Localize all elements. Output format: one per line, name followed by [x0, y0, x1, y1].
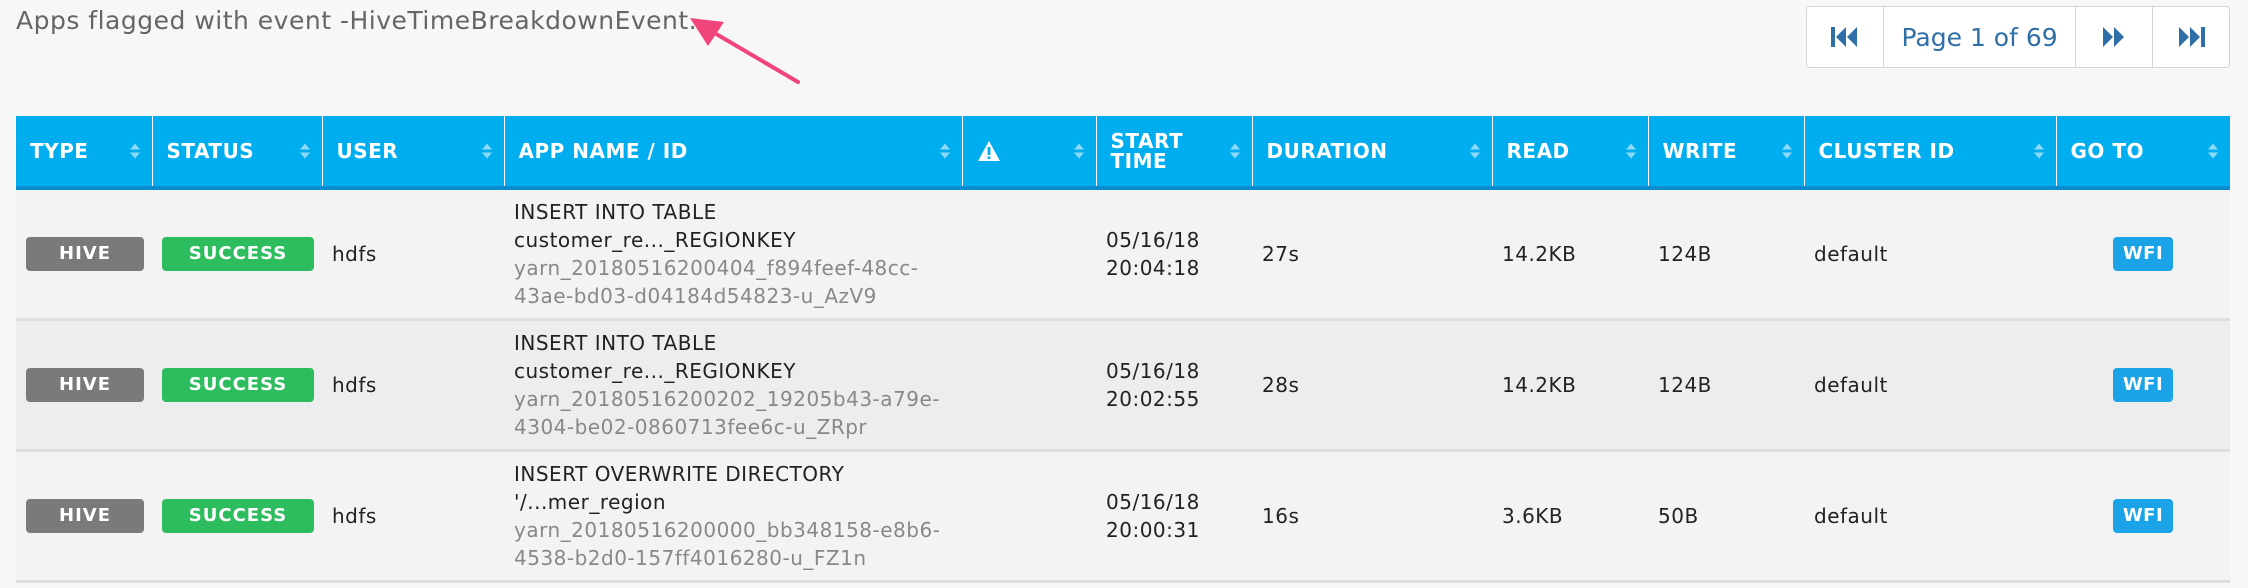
cluster-id-cell: default: [1814, 503, 1888, 528]
wfi-button[interactable]: WFI: [2113, 367, 2173, 402]
read-cell: 14.2KB: [1502, 372, 1577, 397]
start-time-cell: 05/16/18 20:00:31: [1106, 489, 1200, 542]
read-cell: 14.2KB: [1502, 241, 1577, 266]
first-page-icon: [1830, 27, 1857, 47]
app-id: 4538-b2d0-157ff4016280-u_FZ1n: [514, 545, 867, 570]
table-row[interactable]: HIVE SUCCESS hdfs INSERT INTO TABLE cust…: [16, 319, 2230, 450]
next-page-icon: [2103, 27, 2125, 47]
column-header-start-time[interactable]: START TIME: [1096, 116, 1253, 188]
next-page-button[interactable]: [2076, 7, 2154, 67]
column-header-type[interactable]: TYPE: [16, 116, 153, 188]
app-name: '/...mer_region: [514, 489, 667, 514]
sort-icon: [1469, 143, 1480, 159]
app-id: yarn_20180516200000_bb348158-e8b6-: [514, 517, 941, 542]
user-cell: hdfs: [332, 241, 377, 266]
status-badge: SUCCESS: [162, 236, 314, 271]
start-time-cell: 05/16/18 20:02:55: [1106, 358, 1200, 411]
warning-icon: [977, 141, 1000, 162]
cluster-id-cell: default: [1814, 241, 1888, 266]
annotation-arrow: [690, 18, 800, 84]
app-name: INSERT INTO TABLE: [514, 199, 717, 224]
app-id: yarn_20180516200404_f894feef-48cc-: [514, 255, 919, 280]
app-id: 4304-be02-0860713fee6c-u_ZRpr: [514, 414, 868, 439]
app-name: customer_re..._REGIONKEY: [514, 227, 796, 252]
sort-icon: [1229, 143, 1240, 159]
column-header-app-name[interactable]: APP NAME / ID: [504, 116, 963, 188]
column-header-write[interactable]: WRITE: [1648, 116, 1805, 188]
duration-cell: 27s: [1262, 241, 1300, 266]
app-name-cell[interactable]: INSERT OVERWRITE DIRECTORY '/...mer_regi…: [504, 450, 1096, 581]
table-row[interactable]: HIVE SUCCESS hdfs INSERT OVERWRITE DIREC…: [16, 450, 2230, 581]
read-cell: 3.6KB: [1502, 503, 1564, 528]
sort-icon: [2033, 143, 2044, 159]
sort-icon: [2208, 143, 2218, 159]
sort-icon: [129, 143, 140, 159]
user-cell: hdfs: [332, 372, 377, 397]
sort-icon: [1781, 143, 1792, 159]
app-name: INSERT INTO TABLE: [514, 330, 717, 355]
sort-icon: [1073, 143, 1084, 159]
type-badge: HIVE: [26, 236, 144, 271]
wfi-button[interactable]: WFI: [2113, 498, 2173, 533]
page-indicator: Page 1 of 69: [1884, 7, 2077, 67]
duration-cell: 28s: [1262, 372, 1300, 397]
apps-table: TYPE STATUS USER APP NAME / ID START TIM…: [16, 116, 2230, 583]
user-cell: hdfs: [332, 503, 377, 528]
sort-icon: [1625, 143, 1636, 159]
column-header-status[interactable]: STATUS: [152, 116, 323, 188]
table-row[interactable]: HIVE SUCCESS hdfs INSERT INTO TABLE cust…: [16, 188, 2230, 319]
write-cell: 124B: [1658, 241, 1712, 266]
app-name-cell[interactable]: INSERT INTO TABLE customer_re..._REGIONK…: [504, 188, 1096, 319]
type-badge: HIVE: [26, 498, 144, 533]
column-header-cluster-id[interactable]: CLUSTER ID: [1804, 116, 2057, 188]
first-page-button[interactable]: [1807, 7, 1884, 67]
app-name-cell[interactable]: INSERT INTO TABLE customer_re..._REGIONK…: [504, 319, 1096, 450]
sort-icon: [481, 143, 492, 159]
column-header-read[interactable]: READ: [1492, 116, 1649, 188]
write-cell: 50B: [1658, 503, 1699, 528]
app-name: customer_re..._REGIONKEY: [514, 358, 796, 383]
status-badge: SUCCESS: [162, 498, 314, 533]
start-time-cell: 05/16/18 20:04:18: [1106, 227, 1200, 280]
page-title: Apps flagged with event -HiveTimeBreakdo…: [16, 6, 698, 35]
last-page-icon: [2179, 27, 2206, 47]
write-cell: 124B: [1658, 372, 1712, 397]
column-header-duration[interactable]: DURATION: [1252, 116, 1493, 188]
column-header-go-to[interactable]: GO TO: [2056, 116, 2230, 188]
column-header-warning[interactable]: [962, 116, 1097, 188]
column-header-user[interactable]: USER: [322, 116, 505, 188]
pagination: Page 1 of 69: [1806, 6, 2230, 68]
duration-cell: 16s: [1262, 503, 1300, 528]
type-badge: HIVE: [26, 367, 144, 402]
sort-icon: [299, 143, 310, 159]
cluster-id-cell: default: [1814, 372, 1888, 397]
app-id: yarn_20180516200202_19205b43-a79e-: [514, 386, 940, 411]
table-header-row: TYPE STATUS USER APP NAME / ID START TIM…: [16, 116, 2230, 188]
wfi-button[interactable]: WFI: [2113, 236, 2173, 271]
app-name: INSERT OVERWRITE DIRECTORY: [514, 461, 845, 486]
last-page-button[interactable]: [2153, 7, 2229, 67]
app-id: 43ae-bd03-d04184d54823-u_AzV9: [514, 283, 877, 308]
sort-icon: [939, 143, 950, 159]
status-badge: SUCCESS: [162, 367, 314, 402]
